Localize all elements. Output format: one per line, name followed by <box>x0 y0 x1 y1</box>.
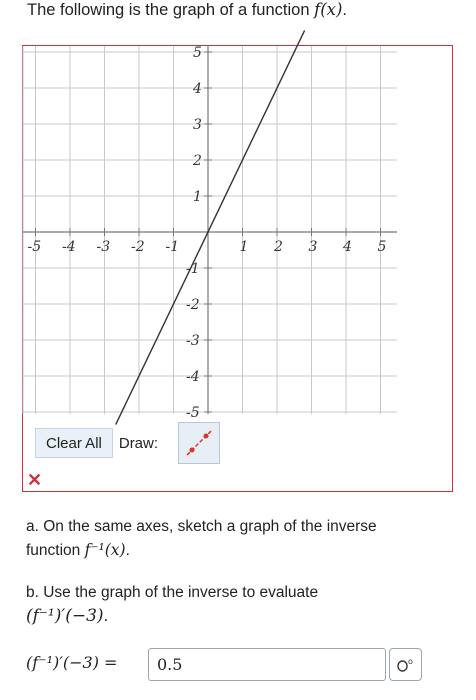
part-a-line-1: a. On the same axes, sketch a graph of t… <box>26 518 377 535</box>
y-tick-label: -5 <box>186 405 200 421</box>
part-a-end: . <box>125 542 130 559</box>
draw-label: Draw: <box>118 434 159 452</box>
x-tick-label: -3 <box>97 239 111 255</box>
derivative-expr: (f⁻¹)′(−3) <box>26 606 104 626</box>
graph-toolbar: Clear All Draw: <box>35 428 164 458</box>
x-tick-label: 5 <box>378 239 387 255</box>
line-segment-tool-icon <box>186 430 212 456</box>
inverse-function-expr: f⁻¹(x) <box>84 541 126 559</box>
x-tick-label: 1 <box>240 239 249 255</box>
line-segment-tool-button[interactable] <box>178 422 220 464</box>
y-tick-label: -2 <box>186 297 200 313</box>
part-b-line-1: b. Use the graph of the inverse to evalu… <box>26 584 319 601</box>
y-tick-label: -3 <box>186 333 200 349</box>
svg-text:o: o <box>408 657 413 666</box>
part-a-line-2: function f⁻¹(x). <box>26 539 130 562</box>
x-tick-label: 3 <box>309 239 318 255</box>
answer-lhs: (f⁻¹)′(−3) = <box>26 653 117 672</box>
answer-input[interactable] <box>148 648 386 681</box>
y-tick-label: 4 <box>192 81 202 97</box>
clear-all-button[interactable]: Clear All <box>35 428 113 458</box>
x-tick-label: -1 <box>166 239 180 255</box>
math-keypad-button[interactable]: o <box>389 648 422 681</box>
y-tick-label: 3 <box>193 117 202 133</box>
x-tick-label: -4 <box>62 239 76 255</box>
y-tick-label: 5 <box>193 45 202 61</box>
incorrect-icon: ✕ <box>27 470 43 490</box>
part-b-end: . <box>103 606 109 625</box>
x-tick-label: 2 <box>273 239 283 255</box>
x-tick-label: -5 <box>28 239 42 255</box>
part-a-function-word: function <box>26 542 85 559</box>
answer-lhs-expr: (f⁻¹)′(−3) = <box>26 653 118 672</box>
x-tick-label: 4 <box>342 239 352 255</box>
coordinate-graph[interactable]: -5 -4 -3 -2 -1 1 2 3 4 512345-1-2-3-4-5 <box>0 0 476 430</box>
y-tick-label: 2 <box>192 153 202 169</box>
function-line <box>115 30 306 425</box>
x-tick-label: -2 <box>131 239 145 255</box>
math-keypad-icon: o <box>396 657 413 672</box>
y-tick-label: -4 <box>186 369 200 385</box>
part-b-line-2: (f⁻¹)′(−3). <box>26 604 108 628</box>
y-tick-label: 1 <box>193 189 202 205</box>
